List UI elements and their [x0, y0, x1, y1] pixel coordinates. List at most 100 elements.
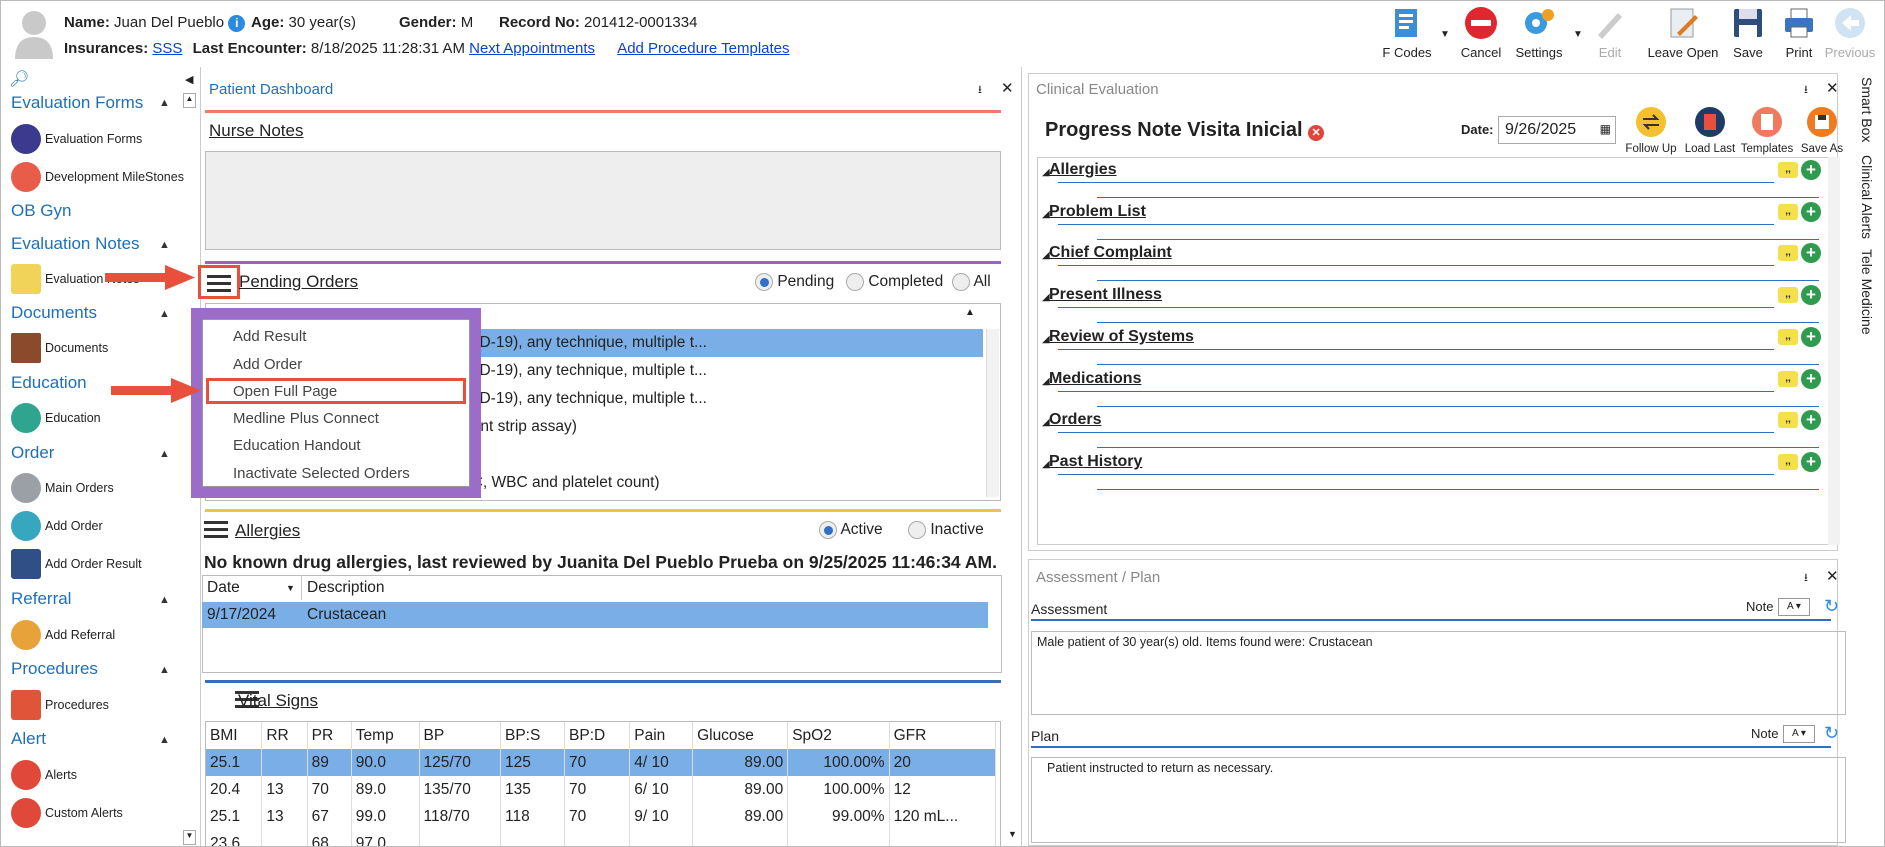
hamburger-icon[interactable]: [204, 521, 228, 539]
menu-item-education-handout[interactable]: Education Handout: [233, 437, 361, 454]
clinical-section-heading[interactable]: Medications: [1049, 370, 1819, 388]
fcodes-button[interactable]: F Codes: [1375, 5, 1439, 60]
add-icon[interactable]: +: [1801, 326, 1821, 347]
radio-inactive[interactable]: Inactive: [908, 521, 984, 539]
sort-down-icon[interactable]: ▼: [286, 583, 295, 593]
settings-button[interactable]: Settings: [1507, 5, 1571, 60]
chevron-up-icon[interactable]: ▲: [159, 308, 170, 320]
sidebar-item-documents[interactable]: Documents: [11, 333, 108, 363]
sidebar-item-alerts[interactable]: Alerts: [11, 760, 77, 790]
tab-clinical-alerts[interactable]: Clinical Alerts: [1859, 155, 1875, 239]
vitals-row[interactable]: 23.6 68 97.0: [206, 830, 997, 846]
quote-icon[interactable]: ,,: [1778, 328, 1798, 345]
nurse-notes-textarea[interactable]: [205, 151, 1001, 250]
add-icon[interactable]: +: [1801, 201, 1821, 222]
clinical-section-heading[interactable]: Allergies: [1049, 161, 1819, 179]
sidebar-item-education[interactable]: Education: [11, 403, 101, 433]
vitals-row[interactable]: 25.1 89 90.0 125/70 125 70 4/ 10 89.00 100.00% 20: [206, 749, 997, 776]
quote-icon[interactable]: ,,: [1778, 370, 1798, 387]
clinical-section-heading[interactable]: Orders: [1049, 411, 1819, 429]
chevron-up-icon[interactable]: ▲: [159, 97, 170, 109]
add-icon[interactable]: +: [1801, 285, 1821, 306]
section-order[interactable]: Order: [11, 443, 54, 463]
sidebar-scroll-up[interactable]: ▲: [183, 93, 196, 108]
previous-button[interactable]: Previous: [1818, 5, 1882, 60]
add-icon[interactable]: +: [1801, 368, 1821, 389]
quote-icon[interactable]: ,,: [1778, 287, 1798, 304]
section-procedures[interactable]: Procedures: [11, 659, 98, 679]
radio-completed[interactable]: Completed: [846, 273, 943, 291]
vitals-col-header[interactable]: GFR: [889, 722, 997, 749]
vitals-col-header[interactable]: PR: [307, 722, 352, 749]
sidebar-scroll-down[interactable]: ▼: [183, 830, 196, 845]
tab-tele-medicine[interactable]: Tele Medicine: [1859, 249, 1875, 335]
section-referral[interactable]: Referral: [11, 589, 71, 609]
vitals-col-header[interactable]: Glucose: [692, 722, 789, 749]
vitals-col-header[interactable]: BMI: [206, 722, 263, 749]
vitals-col-header[interactable]: RR: [261, 722, 308, 749]
vitals-col-header[interactable]: BP:D: [564, 722, 631, 749]
menu-item-add-order[interactable]: Add Order: [233, 356, 302, 373]
clinical-section-heading[interactable]: Chief Complaint: [1049, 244, 1819, 262]
vitals-row[interactable]: 20.4 13 70 89.0 135/70 135 70 6/ 10 89.00 100.00%…: [206, 776, 997, 803]
quote-icon[interactable]: ,,: [1778, 453, 1798, 470]
next-appointments-link[interactable]: Next Appointments: [469, 40, 595, 57]
assessment-textarea[interactable]: Male patient of 30 year(s) old. Items fo…: [1031, 631, 1846, 715]
quote-icon[interactable]: ,,: [1778, 162, 1798, 178]
chevron-up-icon[interactable]: ▲: [159, 239, 170, 251]
section-ob-gyn[interactable]: OB Gyn: [11, 201, 71, 221]
vitals-col-header[interactable]: Temp: [351, 722, 420, 749]
quote-icon[interactable]: ,,: [1778, 203, 1798, 220]
section-documents[interactable]: Documents: [11, 303, 97, 323]
menu-item-inactivate-selected-orders[interactable]: Inactivate Selected Orders: [233, 465, 410, 482]
chevron-up-icon[interactable]: ▲: [159, 664, 170, 676]
assessment-note-dropdown[interactable]: A ▾: [1778, 598, 1810, 616]
info-icon[interactable]: i: [228, 15, 246, 32]
vitals-col-header[interactable]: BP:S: [500, 722, 566, 749]
vitals-col-header[interactable]: Pain: [629, 722, 694, 749]
plan-note-dropdown[interactable]: A ▾: [1783, 725, 1815, 743]
col-description[interactable]: Description: [307, 579, 385, 597]
orders-scrollbar[interactable]: [986, 329, 999, 497]
load-last-button[interactable]: Load Last: [1678, 105, 1742, 155]
clinical-section-heading[interactable]: Present Illness: [1049, 286, 1819, 304]
clinical-scrollbar[interactable]: [1828, 157, 1840, 545]
close-icon[interactable]: ✕: [1001, 79, 1014, 97]
sidebar-item-add-order-result[interactable]: Add Order Result: [11, 549, 142, 579]
radio-pending[interactable]: Pending: [755, 273, 834, 291]
chevron-up-icon[interactable]: ▲: [159, 734, 170, 746]
sidebar-item-development-milestones[interactable]: Development MileStones: [11, 162, 184, 192]
collapse-sidebar-icon[interactable]: ◀: [185, 73, 193, 86]
remove-note-icon[interactable]: ✕: [1308, 125, 1325, 141]
chevron-up-icon[interactable]: ▲: [159, 594, 170, 606]
insurance-link[interactable]: SSS: [152, 40, 182, 57]
close-icon[interactable]: ✕: [1826, 567, 1839, 585]
sort-up-icon[interactable]: ▲: [965, 307, 975, 318]
radio-active[interactable]: Active: [819, 521, 883, 539]
note-date-field[interactable]: 9/26/2025 ▦: [1498, 116, 1616, 144]
sidebar-item-evaluation-forms[interactable]: Evaluation Forms: [11, 124, 142, 154]
tab-smart-box[interactable]: Smart Box: [1859, 77, 1875, 142]
vitals-col-header[interactable]: BP: [419, 722, 502, 749]
section-evaluation-notes[interactable]: Evaluation Notes: [11, 234, 140, 254]
section-education[interactable]: Education: [11, 373, 87, 393]
sidebar-item-add-referral[interactable]: Add Referral: [11, 620, 115, 650]
clinical-section-heading[interactable]: Review of Systems: [1049, 328, 1819, 346]
dashboard-scroll-down[interactable]: ▼: [1008, 829, 1017, 839]
add-icon[interactable]: +: [1801, 451, 1821, 472]
search-icon[interactable]: 🔎︎: [9, 69, 29, 89]
vitals-row[interactable]: 25.1 13 67 99.0 118/70 118 70 9/ 10 89.00 99.00% 1…: [206, 803, 997, 830]
close-icon[interactable]: ✕: [1826, 79, 1839, 97]
col-date[interactable]: Date: [207, 579, 240, 597]
menu-item-medline-plus-connect[interactable]: Medline Plus Connect: [233, 410, 379, 427]
cancel-button[interactable]: Cancel: [1449, 5, 1513, 60]
quote-icon[interactable]: ,,: [1778, 245, 1798, 262]
vitals-col-header[interactable]: SpO2: [787, 722, 890, 749]
add-procedure-templates-link[interactable]: Add Procedure Templates: [617, 40, 789, 57]
clinical-section-heading[interactable]: Past History: [1049, 453, 1819, 471]
sidebar-item-main-orders[interactable]: Main Orders: [11, 473, 114, 503]
edit-button[interactable]: Edit: [1578, 5, 1642, 60]
sidebar-item-procedures[interactable]: Procedures: [11, 690, 109, 720]
chevron-up-icon[interactable]: ▲: [159, 448, 170, 460]
leave-open-button[interactable]: Leave Open: [1645, 5, 1721, 60]
